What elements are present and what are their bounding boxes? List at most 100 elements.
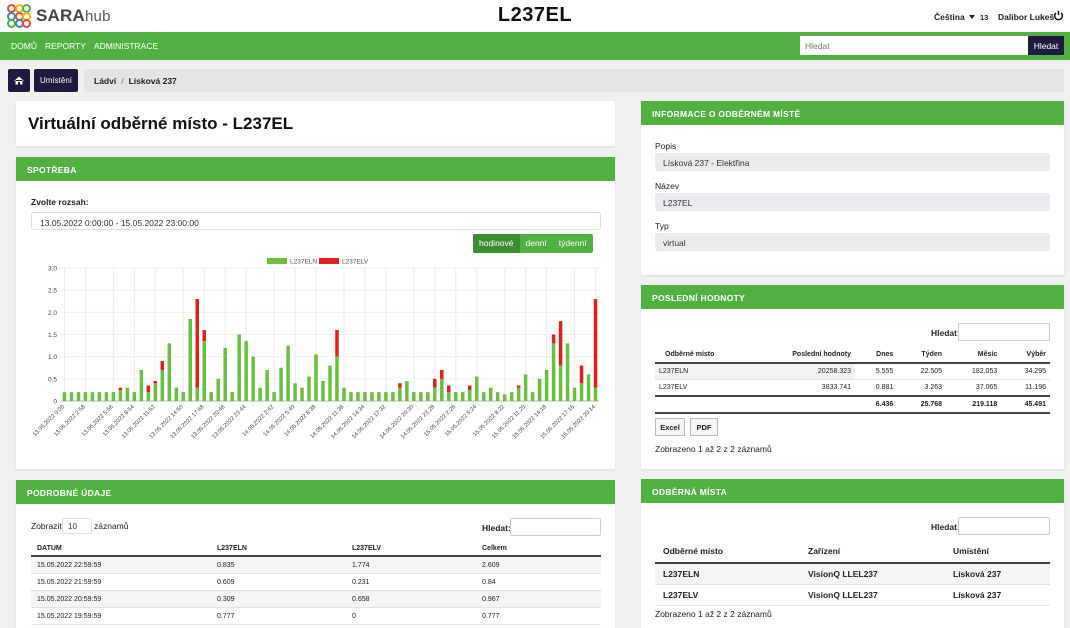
bar-l237elv <box>195 299 199 388</box>
info-card: INFORMACE O ODBĚRNÉM MÍSTĚ Popis Lísková… <box>641 101 1064 275</box>
toggle-hourly[interactable]: hodinové <box>473 234 520 253</box>
page-size-value: 10 <box>68 522 77 531</box>
bar-l237eln <box>167 343 172 401</box>
bar-l237eln <box>69 392 74 401</box>
bar-l237elv <box>447 385 451 393</box>
details-search-label: Hledat: <box>482 523 511 533</box>
bar-l237eln <box>286 345 290 401</box>
column-header[interactable]: Poslední hodnoty <box>755 347 855 364</box>
column-header[interactable]: Celkem <box>476 542 601 557</box>
description-label: Popis <box>655 141 677 151</box>
consumption-chart: 00.51.01.52.02.53.013.05.2022 0:0013.05.… <box>32 258 599 440</box>
bar-l237eln <box>572 387 577 401</box>
bar-l237eln <box>509 392 514 401</box>
details-table: DATUM L237ELN L237ELV Celkem 15.05.2022 … <box>31 542 601 625</box>
notification-count[interactable]: 13 <box>980 13 988 22</box>
user-name[interactable]: Dalibor Lukeš <box>998 12 1054 22</box>
page-size-select[interactable]: 10 <box>62 518 92 534</box>
bar-l237elv <box>153 381 158 384</box>
bar-l237eln <box>412 392 416 401</box>
date-range-input[interactable]: 13.05.2022 0:00:00 - 15.05.2022 23:00:00 <box>31 212 601 230</box>
bar-l237eln <box>307 376 311 401</box>
column-header[interactable]: DATUM <box>31 542 211 557</box>
column-header[interactable]: Měsíc <box>946 347 1002 364</box>
bar-l237eln <box>391 392 395 401</box>
column-header[interactable]: Zařízení <box>800 543 945 564</box>
points-header: ODBĚRNÁ MÍSTA <box>641 479 1064 503</box>
bar-l237eln <box>495 392 500 401</box>
bar-l237eln <box>314 354 318 401</box>
points-search-input[interactable] <box>958 517 1050 535</box>
points-card: ODBĚRNÁ MÍSTA Hledat: Odběrné místo Zaří… <box>641 479 1064 628</box>
toggle-weekly[interactable]: týdenní <box>553 234 593 253</box>
bar-l237eln <box>139 369 144 401</box>
home-button[interactable] <box>8 69 30 92</box>
bar-l237eln <box>433 387 437 401</box>
bar-l237eln <box>474 376 479 401</box>
bar-l237eln <box>467 389 472 401</box>
bar-l237eln <box>440 378 444 401</box>
bar-l237eln <box>132 392 137 401</box>
show-label: Zobrazit <box>31 521 62 531</box>
details-search-input[interactable] <box>510 518 601 536</box>
y-tick-label: 1.5 <box>48 332 57 339</box>
bar-l237eln <box>461 392 465 401</box>
bar-l237eln <box>447 392 451 401</box>
column-header[interactable]: Odběrné místo <box>655 347 755 364</box>
bar-l237eln <box>279 367 283 401</box>
bar-l237eln <box>516 387 521 401</box>
top-header: SARAhub L237EL Čeština 13 Dalibor Lukeš <box>0 0 1070 32</box>
legend-swatch-l237eln <box>267 258 287 264</box>
bar-l237eln <box>342 387 346 401</box>
breadcrumb-item[interactable]: Lísková 237 <box>129 76 177 86</box>
bar-l237eln <box>454 392 458 401</box>
pdf-export-button[interactable]: PDF <box>690 418 718 436</box>
bar-l237elv <box>440 369 444 379</box>
description-field: Lísková 237 - Elektřina <box>655 153 1050 171</box>
breadcrumb-item[interactable]: Ládví <box>94 76 116 86</box>
y-tick-label: 0.5 <box>48 376 57 383</box>
locations-button[interactable]: Umístění <box>34 69 78 92</box>
column-header[interactable]: L237ELV <box>346 542 476 557</box>
global-search-input[interactable] <box>800 36 1028 55</box>
bar-l237eln <box>258 387 262 401</box>
bar-l237eln <box>216 378 220 401</box>
excel-export-button[interactable]: Excel <box>655 418 685 436</box>
bar-l237eln <box>579 383 584 401</box>
bar-l237eln <box>363 392 367 401</box>
info-header: INFORMACE O ODBĚRNÉM MÍSTĚ <box>641 101 1064 125</box>
table-row: 15.05.2022 19:59:59 0.777 0 0.777 <box>31 607 601 625</box>
type-label: Typ <box>655 221 669 231</box>
bar-l237eln <box>125 387 130 401</box>
column-header[interactable]: Týden <box>897 347 947 364</box>
nav-home[interactable]: DOMŮ <box>11 41 37 51</box>
consumption-header: SPOTŘEBA <box>16 157 615 181</box>
column-header[interactable]: Dnes <box>855 347 898 364</box>
language-selector[interactable]: Čeština <box>934 12 975 22</box>
last-values-search-label: Hledat: <box>931 328 960 338</box>
power-icon[interactable] <box>1053 10 1064 21</box>
column-header[interactable]: Umístění <box>945 543 1050 564</box>
bar-l237eln <box>160 369 165 401</box>
y-tick-label: 1.0 <box>48 354 57 361</box>
table-row: L237ELV 3833.741 0.881 3.263 37.065 11.196 <box>655 379 1050 397</box>
bar-l237eln <box>251 356 255 401</box>
global-search-button[interactable]: Hledat <box>1028 36 1064 55</box>
column-header[interactable]: Odběrné místo <box>655 543 800 564</box>
totals-row: 6.436 25.768 219.118 45.491 <box>655 395 1050 414</box>
last-values-search-input[interactable] <box>958 323 1050 341</box>
bar-l237eln <box>188 318 193 401</box>
nav-reports[interactable]: REPORTY <box>45 41 86 51</box>
column-header[interactable]: Výběr <box>1001 347 1050 364</box>
toggle-daily[interactable]: denní <box>520 234 553 253</box>
column-header[interactable]: L237ELN <box>211 542 346 557</box>
bar-l237eln <box>488 387 493 401</box>
bar-l237eln <box>426 392 430 401</box>
nav-administration[interactable]: ADMINISTRACE <box>94 41 158 51</box>
home-icon <box>14 76 24 85</box>
bar-l237eln <box>153 383 158 401</box>
type-field: virtual <box>655 233 1050 251</box>
bar-l237eln <box>118 389 123 401</box>
bar-l237elv <box>551 334 556 344</box>
legend-label: L237ELN <box>290 259 317 266</box>
